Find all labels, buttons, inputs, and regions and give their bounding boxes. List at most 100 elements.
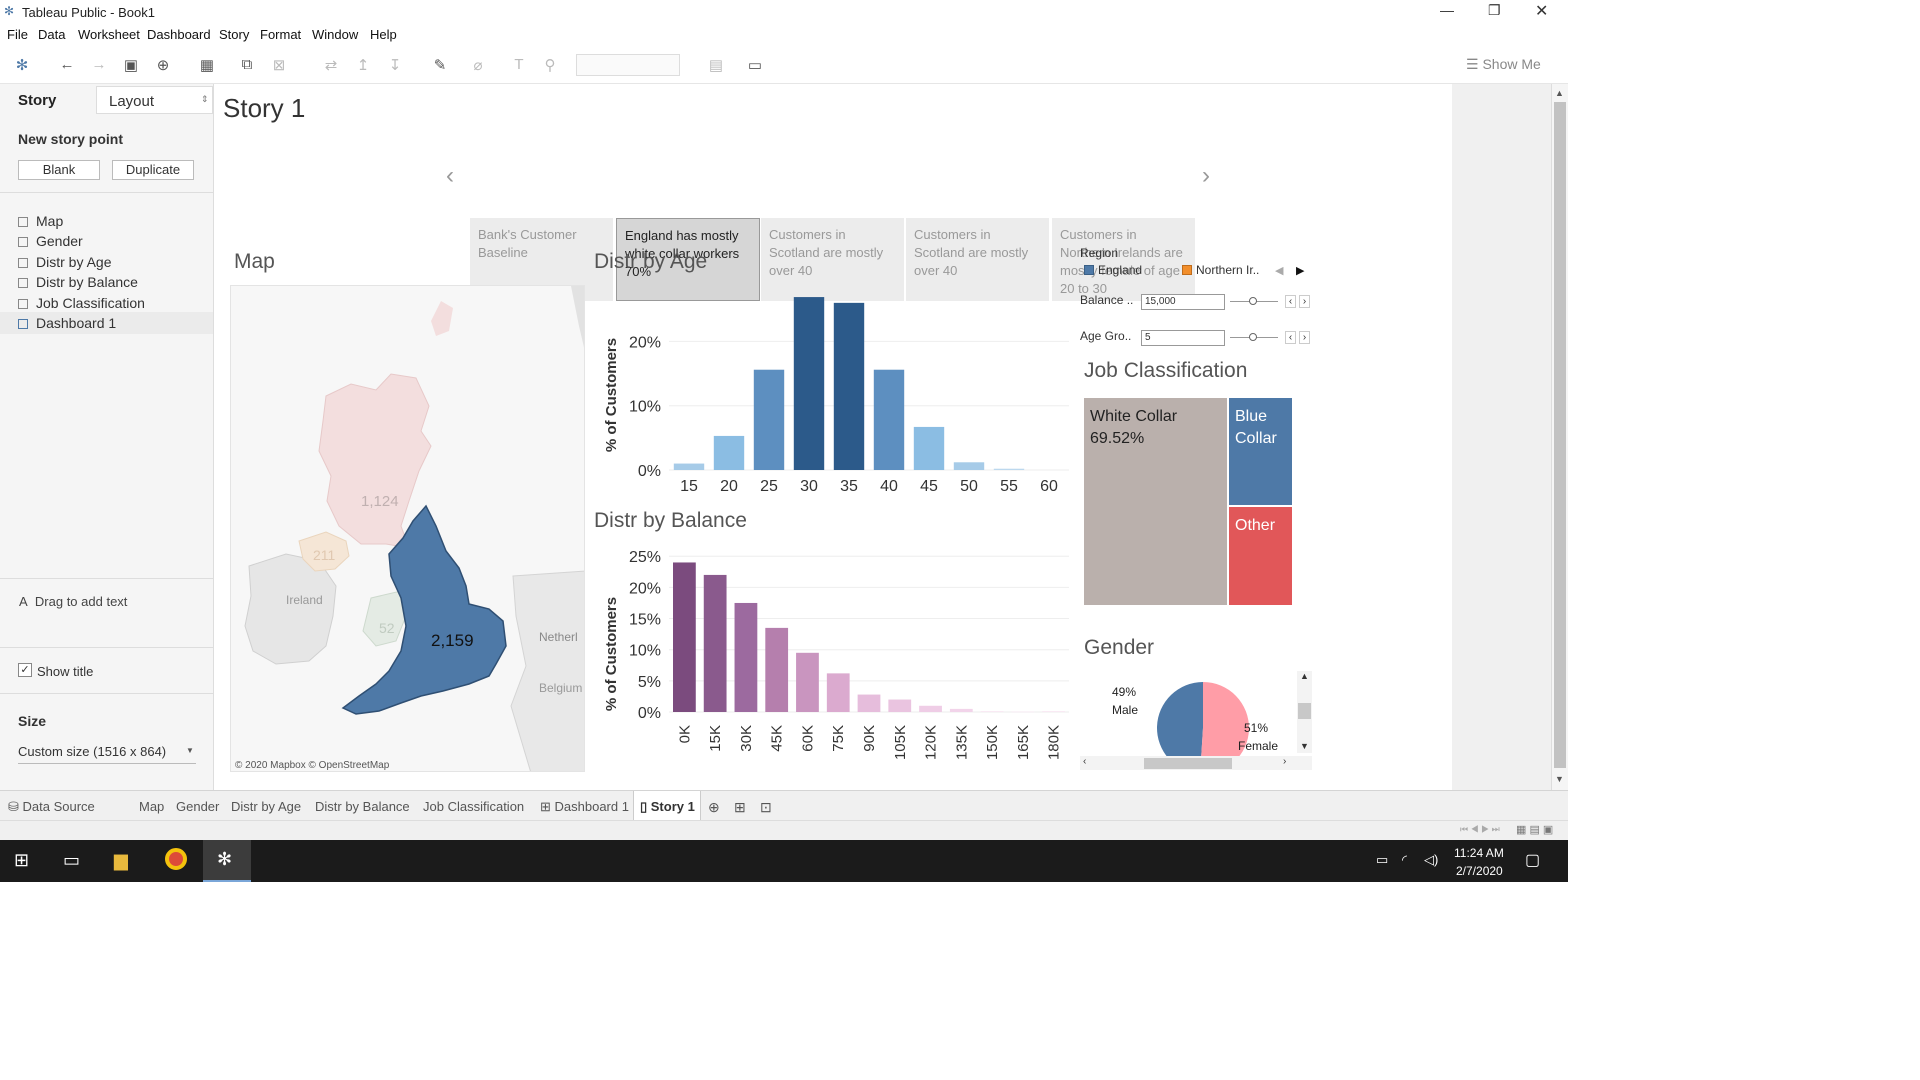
balance-chart[interactable]: % of Customers 0% 5% 10% 15% 20% 25% 0K 15K 30K 4… [594,544,1076,774]
tab-gender[interactable]: Gender [176,799,219,814]
tab-job-classification[interactable]: Job Classification [423,799,524,814]
clock-date[interactable]: 2/7/2020 [1456,864,1503,878]
show-title-checkbox[interactable]: ✓ [18,663,32,677]
balance-bar[interactable] [734,602,758,712]
balance-bar[interactable] [1042,711,1065,712]
windows-start-icon[interactable]: ⊞ [14,850,29,871]
gender-hscroll-thumb[interactable] [1144,758,1232,769]
show-me-button[interactable]: ☰ Show Me [1466,56,1541,73]
age-chart[interactable]: % of Customers 0% 10% 20% 15 20 25 30 35 40 45 50 5… [594,285,1076,500]
wifi-icon[interactable]: ◜ [1402,852,1407,868]
age-filter-input[interactable]: 5 [1141,330,1225,346]
job-treemap[interactable]: White Collar 69.52% Blue Collar Other [1084,398,1292,605]
presentation-icon[interactable]: ▭ [745,56,765,74]
redo-icon[interactable]: → [89,56,109,73]
balance-bar[interactable] [703,574,727,712]
minimize-icon[interactable]: — [1440,2,1454,18]
sheet-item-dashboard-1[interactable]: Dashboard 1 [18,315,116,331]
balance-bar[interactable] [949,708,973,712]
size-dropdown[interactable]: Custom size (1516 x 864) ▼ [18,742,196,764]
story-prev-icon[interactable]: ‹ [446,162,454,190]
label-icon[interactable]: T [509,56,529,73]
battery-icon[interactable]: ▭ [1376,852,1388,868]
sheet-item-map[interactable]: Map [18,213,63,229]
undo-icon[interactable]: ← [57,56,77,73]
tableau-home-icon[interactable]: ✻ [12,56,32,74]
duplicate-icon[interactable]: ⧉ [237,56,257,73]
menu-format[interactable]: Format [260,27,301,42]
restore-icon[interactable]: ❐ [1488,2,1501,19]
tab-story-1[interactable]: ▯ Story 1 [633,791,701,821]
menu-window[interactable]: Window [312,27,358,42]
file-explorer-icon[interactable]: ▆ [114,850,128,871]
age-bar[interactable] [753,369,785,470]
close-icon[interactable]: ✕ [1535,1,1548,21]
age-bar[interactable] [913,426,945,470]
new-story-tab-icon[interactable]: ⊡ [760,799,772,816]
clear-icon[interactable]: ⊠ [269,56,289,74]
treemap-white-collar[interactable]: White Collar 69.52% [1084,398,1227,605]
balance-bar[interactable] [796,652,819,712]
nav-arrows-icon[interactable]: ⏮ ◀ ▶ ⏭ [1460,824,1500,835]
new-datasource-icon[interactable]: ⊕ [153,56,173,74]
scroll-left-icon[interactable]: ‹ [1083,756,1086,767]
cards-icon[interactable]: ▤ [706,56,726,74]
region-england-label[interactable]: England [1098,263,1142,277]
treemap-other[interactable]: Other [1229,507,1292,605]
highlight-icon[interactable]: ✎ [430,56,450,74]
region-ni-label[interactable]: Northern Ir.. [1196,263,1259,277]
balance-bar[interactable] [857,694,881,712]
map-view[interactable]: 1,124 211 52 2,159 Ireland Netherl Belgi… [230,285,585,772]
scroll-down-icon[interactable]: ▼ [1555,774,1564,784]
balance-bar[interactable] [888,699,912,712]
new-worksheet-icon[interactable]: ▦ [197,56,217,74]
chrome-icon[interactable] [165,848,187,870]
balance-bar[interactable] [980,711,1004,712]
tab-dashboard-1[interactable]: ⊞ Dashboard 1 [540,799,629,815]
gender-hscroll[interactable]: ‹ › [1080,756,1312,770]
balance-filter-input[interactable]: 15,000 [1141,294,1225,310]
sheet-item-job-classification[interactable]: Job Classification [18,295,145,311]
gender-vscroll-thumb[interactable] [1298,703,1311,719]
balance-slider-handle[interactable] [1249,297,1257,305]
legend-prev-icon[interactable]: ◀ [1275,264,1283,277]
balance-bar[interactable] [826,673,850,712]
swap-icon[interactable]: ⇄ [321,56,341,74]
view-mode-icons[interactable]: ▦ ▤ ▣ [1516,823,1553,836]
blank-button[interactable]: Blank [18,160,100,180]
pin-icon[interactable]: ⚲ [540,56,560,74]
sheet-item-distr-balance[interactable]: Distr by Balance [18,274,138,290]
age-step-back-icon[interactable]: ‹ [1285,331,1296,344]
scroll-up-icon[interactable]: ▲ [1555,88,1564,98]
tab-story[interactable]: Story [18,92,56,109]
age-bar[interactable] [673,463,705,470]
menu-help[interactable]: Help [370,27,397,42]
fit-dropdown[interactable] [576,54,680,76]
clock-time[interactable]: 11:24 AM [1454,846,1504,860]
menu-dashboard[interactable]: Dashboard [147,27,211,42]
age-bar[interactable] [793,297,825,470]
legend-next-icon[interactable]: ▶ [1296,264,1304,277]
balance-bar[interactable] [765,627,789,712]
new-worksheet-tab-icon[interactable]: ⊕ [708,799,720,816]
save-icon[interactable]: ▣ [121,56,141,74]
duplicate-button[interactable]: Duplicate [112,160,194,180]
balance-bar[interactable] [919,705,942,712]
balance-step-back-icon[interactable]: ‹ [1285,295,1296,308]
gender-chart-view[interactable]: 49% Male 51% Female [1080,670,1312,770]
menu-data[interactable]: Data [38,27,65,42]
story-vscroll-thumb[interactable] [1554,102,1566,768]
tab-layout[interactable]: Layout ⇕ [96,86,213,114]
sheet-item-gender[interactable]: Gender [18,233,83,249]
sort-desc-icon[interactable]: ↧ [385,56,405,74]
tab-data-source[interactable]: ⛁ Data Source [8,799,95,815]
task-view-icon[interactable]: ▭ [63,850,80,871]
story-next-icon[interactable]: › [1202,162,1210,190]
new-dashboard-tab-icon[interactable]: ⊞ [734,799,746,816]
group-icon[interactable]: ⌀ [468,56,488,74]
age-bar[interactable] [833,302,865,470]
balance-bar[interactable] [1011,711,1035,713]
tab-distr-age[interactable]: Distr by Age [231,799,301,814]
age-step-forward-icon[interactable]: › [1299,331,1310,344]
age-bar[interactable] [873,369,905,470]
